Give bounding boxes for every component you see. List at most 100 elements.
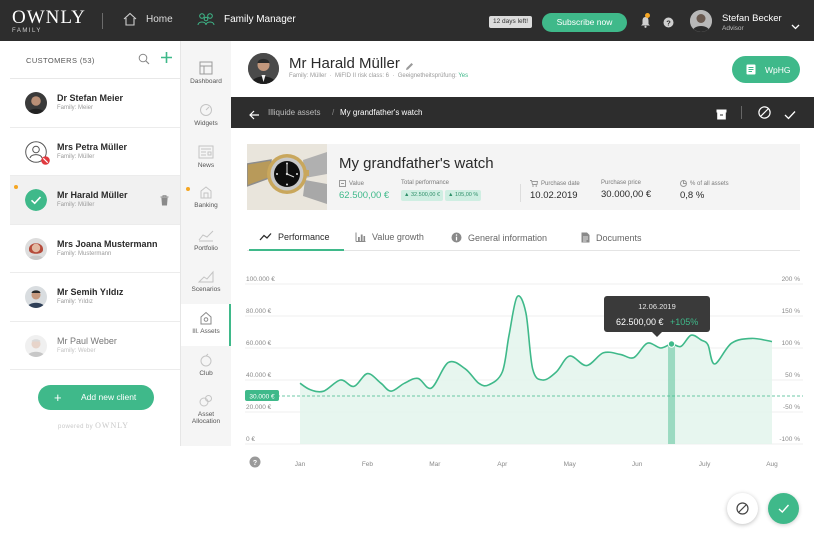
user-menu-button[interactable] bbox=[791, 17, 800, 35]
module-banking[interactable]: Banking bbox=[181, 185, 231, 209]
back-button[interactable] bbox=[249, 107, 260, 125]
trend-icon bbox=[259, 233, 272, 241]
customer-list-header: CUSTOMERS (53) bbox=[10, 41, 180, 79]
help-button[interactable]: ? bbox=[663, 15, 674, 33]
tooltip-amount: 62.500,00 € bbox=[616, 317, 664, 327]
delete-customer-button[interactable] bbox=[160, 193, 169, 211]
client-meta: Family: Müller · MiFID II risk class: 6 … bbox=[289, 73, 469, 79]
tab-general-information[interactable]: General information bbox=[451, 232, 547, 243]
module-banking-label: Banking bbox=[194, 202, 218, 209]
customer-item[interactable]: Mrs Petra Müller Family: Müller bbox=[10, 128, 180, 176]
x-tick-label: Jan bbox=[295, 461, 306, 468]
client-name: Mr Harald Müller bbox=[289, 55, 400, 72]
customer-family: Family: Meier bbox=[57, 105, 94, 111]
customer-family: Family: Mustermann bbox=[57, 250, 112, 257]
module-asset-allocation[interactable]: Asset Allocation bbox=[181, 394, 231, 425]
asset-divider bbox=[520, 184, 521, 202]
archive-button[interactable] bbox=[716, 107, 727, 125]
module-rail: Dashboard Widgets News Banking Portfolio… bbox=[181, 41, 231, 446]
tooltip-date: 12.06.2019 bbox=[638, 302, 676, 311]
asset-tabs: Performance Value growth General informa… bbox=[247, 224, 800, 251]
cancel-icon bbox=[736, 502, 749, 515]
asset-purchase-price-label: Purchase price bbox=[601, 180, 642, 186]
info-icon bbox=[451, 232, 462, 243]
tab-general-information-label: General information bbox=[468, 232, 548, 243]
add-customer-button[interactable] bbox=[160, 51, 173, 69]
document-icon bbox=[581, 232, 590, 243]
customer-avatar bbox=[25, 92, 47, 114]
customer-name: Mrs Joana Mustermann bbox=[57, 238, 158, 249]
y-tick-label: 60.000 € bbox=[246, 340, 272, 347]
user-avatar[interactable] bbox=[690, 10, 712, 32]
module-ill-assets-label-2: Assets bbox=[200, 328, 220, 335]
customer-search-button[interactable] bbox=[138, 52, 150, 70]
notifications-button[interactable] bbox=[640, 13, 651, 33]
add-new-client-button[interactable]: + Add new client bbox=[38, 385, 154, 410]
wphg-button[interactable]: WpHG bbox=[732, 56, 800, 83]
asset-purchase-price-field: Purchase price 30.000,00 € bbox=[601, 180, 651, 200]
customer-item[interactable]: Mrs Joana Mustermann Family: Mustermann bbox=[10, 225, 180, 273]
breadcrumb-separator: / bbox=[332, 108, 335, 117]
asset-purchase-price: 30.000,00 € bbox=[601, 189, 652, 200]
breadcrumb-parent[interactable]: Illiquide assets bbox=[268, 108, 320, 117]
customer-name: Mr Harald Müller bbox=[57, 190, 128, 200]
powered-by-label: powered by bbox=[58, 424, 94, 430]
customer-avatar bbox=[25, 237, 47, 260]
plus-icon bbox=[161, 52, 172, 63]
customer-sidebar: CUSTOMERS (53) Dr Stefan Meier Family: M… bbox=[10, 41, 181, 446]
customer-item[interactable]: Mr Paul Weber Family: Weber bbox=[10, 322, 180, 370]
module-portfolio[interactable]: Portfolio bbox=[181, 228, 231, 252]
customer-name: Mrs Petra Müller bbox=[57, 141, 128, 152]
module-ill-assets[interactable]: Ill. Assets bbox=[181, 304, 231, 346]
arrow-left-icon bbox=[249, 110, 259, 120]
asset-value-label-row: Value bbox=[339, 180, 389, 187]
purchase-price-marker-label: 30.000 € bbox=[249, 394, 275, 401]
client-family: Family: Müller bbox=[289, 73, 327, 79]
x-tick-label: July bbox=[699, 461, 711, 468]
x-tick-label: Feb bbox=[362, 461, 374, 468]
module-asset-allocation-label-1: Asset bbox=[197, 411, 215, 418]
module-dashboard[interactable]: Dashboard bbox=[181, 61, 231, 85]
nav-home[interactable]: Home bbox=[122, 11, 173, 27]
active-tab-indicator bbox=[249, 249, 344, 251]
wphg-label: WpHG bbox=[765, 65, 791, 75]
performance-abs-badge: ▲ 32.500,00 € bbox=[401, 190, 444, 201]
dashboard-icon bbox=[199, 61, 213, 75]
confirm-fab[interactable] bbox=[768, 493, 799, 524]
bell-icon bbox=[641, 17, 650, 28]
nav-home-label: Home bbox=[146, 13, 173, 25]
notification-dot bbox=[645, 13, 650, 18]
confirm-button[interactable] bbox=[784, 107, 796, 125]
cart-icon bbox=[530, 180, 538, 187]
help-icon: ? bbox=[663, 17, 674, 28]
module-club[interactable]: Club bbox=[181, 353, 231, 377]
customer-item[interactable]: Mr Semih Yıldız Family: Yıldız bbox=[10, 273, 180, 322]
ownly-logo[interactable]: OWNLY FAMILY bbox=[12, 8, 86, 34]
customer-item-selected[interactable]: Mr Harald Müller Family: Müller bbox=[10, 176, 180, 225]
tab-value-growth[interactable]: Value growth bbox=[355, 232, 424, 242]
asset-value: 62.500,00 € bbox=[339, 190, 390, 201]
subscribe-button[interactable]: Subscribe now bbox=[542, 13, 627, 32]
tab-performance[interactable]: Performance bbox=[259, 232, 330, 242]
y-right-tick-label: 50 % bbox=[785, 372, 800, 379]
module-news[interactable]: News bbox=[181, 145, 231, 169]
cancel-icon bbox=[758, 106, 771, 119]
svg-text:?: ? bbox=[666, 18, 671, 27]
y-right-tick-label: 100 % bbox=[782, 340, 801, 347]
asset-performance-label: Total performance bbox=[401, 180, 450, 186]
ill-assets-icon bbox=[200, 311, 212, 325]
module-portfolio-label: Portfolio bbox=[194, 245, 218, 252]
client-suitability-label: Geeignetheitsprüfung: bbox=[397, 73, 457, 79]
cancel-button[interactable] bbox=[758, 106, 771, 124]
customer-item[interactable]: Dr Stefan Meier Family: Meier bbox=[10, 79, 180, 128]
document-icon bbox=[746, 64, 756, 75]
cancel-fab[interactable] bbox=[727, 493, 758, 524]
tab-documents[interactable]: Documents bbox=[581, 232, 642, 243]
family-icon bbox=[197, 13, 215, 26]
module-widgets[interactable]: Widgets bbox=[181, 103, 231, 127]
tooltip-percent: +105% bbox=[670, 317, 699, 327]
nav-family-manager[interactable]: Family Manager bbox=[196, 11, 296, 27]
module-scenarios[interactable]: Scenarios bbox=[181, 269, 231, 293]
trial-badge: 12 days left! bbox=[489, 16, 533, 28]
client-suitability-value: Yes bbox=[458, 73, 469, 79]
